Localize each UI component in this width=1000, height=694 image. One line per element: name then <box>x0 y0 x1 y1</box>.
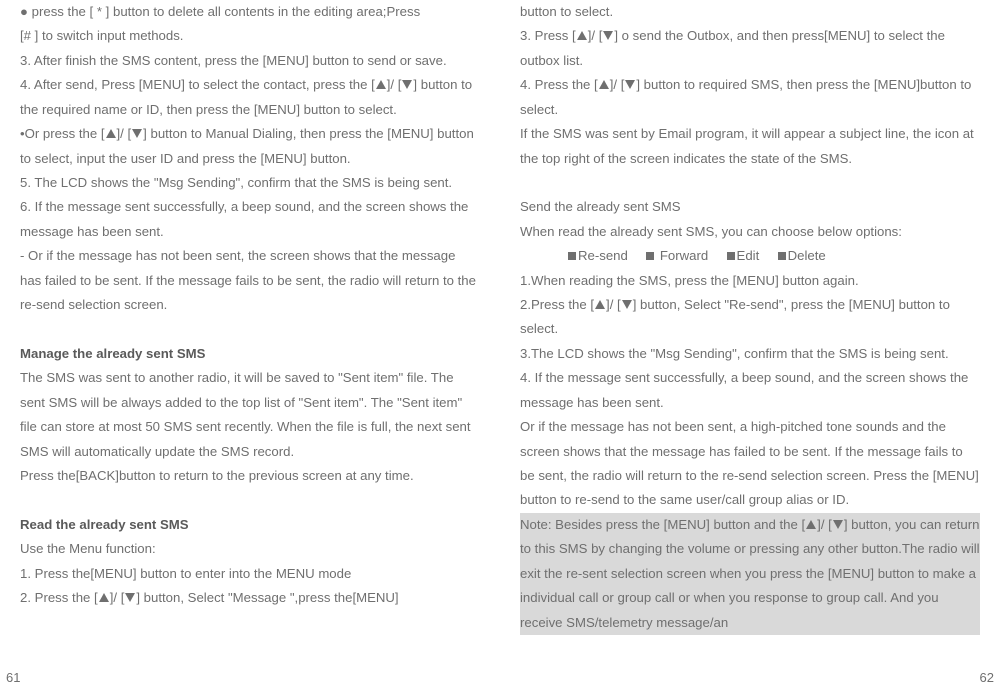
note-block: Note: Besides press the [MENU] button an… <box>520 513 980 635</box>
heading-read-sent-sms: Read the already sent SMS <box>20 513 480 537</box>
text-line: 4. If the message sent successfully, a b… <box>520 366 980 415</box>
text-line: 5. The LCD shows the "Msg Sending", conf… <box>20 171 480 195</box>
page-right: button to select. 3. Press []/ [] o send… <box>500 0 1000 694</box>
down-triangle-icon <box>622 300 632 309</box>
down-triangle-icon <box>125 593 135 602</box>
text-line: 2. Press the []/ [] button, Select "Mess… <box>20 586 480 610</box>
text-line: - Or if the message has not been sent, t… <box>20 244 480 317</box>
blank-line <box>20 317 480 341</box>
text-line: 4. After send, Press [MENU] to select th… <box>20 73 480 122</box>
text-line: If the SMS was sent by Email program, it… <box>520 122 980 171</box>
down-triangle-icon <box>603 31 613 40</box>
text-line: 1. Press the[MENU] button to enter into … <box>20 562 480 586</box>
blank-line <box>520 171 980 195</box>
text-line: Or if the message has not been sent, a h… <box>520 415 980 513</box>
blank-line <box>20 488 480 512</box>
text-line: 2.Press the []/ [] button, Select "Re-se… <box>520 293 980 342</box>
page-number-left: 61 <box>6 666 20 690</box>
down-triangle-icon <box>402 80 412 89</box>
up-triangle-icon <box>577 31 587 40</box>
text-line: 6. If the message sent successfully, a b… <box>20 195 480 244</box>
page-left: ● press the [ * ] button to delete all c… <box>0 0 500 694</box>
down-triangle-icon <box>833 520 843 529</box>
text-line: 3. Press []/ [] o send the Outbox, and t… <box>520 24 980 73</box>
text-line: 3.The LCD shows the "Msg Sending", confi… <box>520 342 980 366</box>
text-line: [# ] to switch input methods. <box>20 24 480 48</box>
up-triangle-icon <box>99 593 109 602</box>
page-number-right: 62 <box>980 666 994 690</box>
text-line: 4. Press the []/ [] button to required S… <box>520 73 980 122</box>
text-line: Send the already sent SMS <box>520 195 980 219</box>
text-line: 1.When reading the SMS, press the [MENU]… <box>520 269 980 293</box>
square-bullet-icon <box>727 252 735 260</box>
down-triangle-icon <box>625 80 635 89</box>
text-line: The SMS was sent to another radio, it wi… <box>20 366 480 464</box>
up-triangle-icon <box>806 520 816 529</box>
text-line: •Or press the []/ [] button to Manual Di… <box>20 122 480 171</box>
text-line: ● press the [ * ] button to delete all c… <box>20 0 480 24</box>
page-right-content: button to select. 3. Press []/ [] o send… <box>520 0 980 686</box>
up-triangle-icon <box>599 80 609 89</box>
text-line: Use the Menu function: <box>20 537 480 561</box>
text-line: Press the[BACK]button to return to the p… <box>20 464 480 488</box>
up-triangle-icon <box>376 80 386 89</box>
square-bullet-icon <box>646 252 654 260</box>
square-bullet-icon <box>568 252 576 260</box>
down-triangle-icon <box>132 129 142 138</box>
up-triangle-icon <box>106 129 116 138</box>
text-line: button to select. <box>520 0 980 24</box>
text-line: 3. After finish the SMS content, press t… <box>20 49 480 73</box>
text-line: When read the already sent SMS, you can … <box>520 220 980 244</box>
square-bullet-icon <box>778 252 786 260</box>
heading-manage-sent-sms: Manage the already sent SMS <box>20 342 480 366</box>
up-triangle-icon <box>595 300 605 309</box>
page-left-content: ● press the [ * ] button to delete all c… <box>20 0 480 686</box>
options-line: Re-send Forward Edit Delete <box>520 244 980 268</box>
